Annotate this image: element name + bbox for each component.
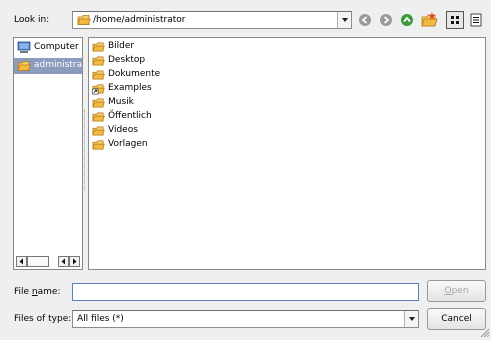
list-item-label: Examples: [108, 83, 152, 93]
cancel-button[interactable]: Cancel: [427, 308, 486, 330]
list-item-label: Bilder: [108, 41, 135, 51]
forward-icon[interactable]: [377, 11, 395, 29]
sidebar-item-administrator[interactable]: administrat: [14, 58, 82, 74]
list-item-label: Vorlagen: [108, 139, 148, 149]
folder-icon: [92, 139, 105, 154]
lookin-label: Look in:: [14, 15, 50, 25]
list-item-label: Videos: [108, 125, 138, 135]
scroll-thumb[interactable]: [27, 256, 49, 267]
open-button[interactable]: Open: [427, 280, 486, 302]
sidebar-item-label: Computer: [34, 42, 79, 52]
list-item[interactable]: Öffentlich: [91, 110, 201, 124]
list-item[interactable]: Desktop: [91, 54, 201, 68]
splitter-handle[interactable]: [84, 110, 87, 190]
filetype-label: Files of type:: [14, 314, 72, 324]
list-item-label: Desktop: [108, 55, 146, 65]
filetype-value: All files (*): [77, 314, 124, 324]
open-label-mnemonic: O: [444, 286, 452, 296]
folder-icon: [77, 14, 91, 26]
new-folder-icon[interactable]: [420, 11, 438, 29]
list-item[interactable]: Vorlagen: [91, 138, 201, 152]
lookin-combo[interactable]: /home/administrator: [72, 11, 352, 29]
list-item[interactable]: Videos: [91, 124, 201, 138]
filename-label-post: ame:: [37, 287, 61, 297]
back-icon[interactable]: [356, 11, 374, 29]
sidebar-item-computer[interactable]: Computer: [14, 40, 82, 56]
list-item[interactable]: Dokumente: [91, 68, 201, 82]
list-item[interactable]: Examples: [91, 82, 201, 96]
list-view-icon[interactable]: [446, 11, 464, 29]
open-label-rest: pen: [451, 286, 469, 296]
filename-label: File name:: [14, 287, 61, 297]
filetype-combo[interactable]: All files (*): [72, 310, 419, 328]
chevron-down-icon[interactable]: [337, 12, 351, 28]
sidebar-panel[interactable]: Computer administrat: [13, 37, 83, 270]
scroll-left-button[interactable]: [16, 256, 27, 267]
scroll-left-button-2[interactable]: [58, 256, 69, 267]
list-item-label: Musik: [108, 97, 134, 107]
sidebar-item-label: administrat: [34, 60, 83, 70]
list-item-label: Öffentlich: [108, 111, 152, 121]
file-list-panel[interactable]: Bilder Desktop Dokumente Examples Musik …: [88, 37, 486, 270]
resize-grip-icon[interactable]: [480, 328, 490, 338]
filename-label-pre: File: [14, 287, 32, 297]
chevron-down-icon[interactable]: [404, 311, 418, 327]
filename-input[interactable]: [72, 283, 419, 301]
detail-view-icon[interactable]: [467, 11, 485, 29]
list-item-label: Dokumente: [108, 69, 161, 79]
folder-icon: [17, 60, 31, 75]
list-item[interactable]: Musik: [91, 96, 201, 110]
scroll-right-button[interactable]: [69, 256, 80, 267]
computer-icon: [17, 41, 31, 57]
parent-dir-icon[interactable]: [398, 11, 416, 29]
sidebar-scrollbar[interactable]: [16, 256, 82, 268]
list-item[interactable]: Bilder: [91, 40, 201, 54]
lookin-path: /home/administrator: [93, 15, 186, 25]
